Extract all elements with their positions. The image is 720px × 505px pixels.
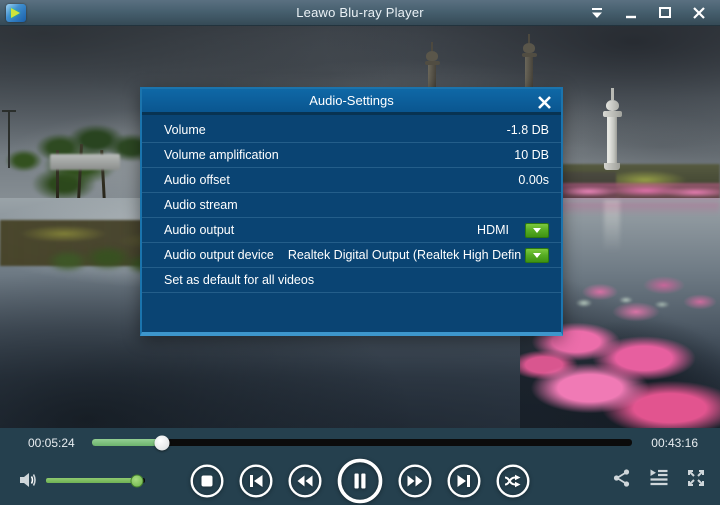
audio-settings-dialog: Audio-Settings Volume -1.8 DB Volume amp… xyxy=(140,87,563,336)
fast-forward-button[interactable] xyxy=(398,464,432,498)
white-minaret-tower xyxy=(598,88,626,180)
pause-button[interactable] xyxy=(337,458,383,504)
maximize-icon[interactable] xyxy=(656,4,674,22)
dropdown-arrow-icon xyxy=(533,253,541,258)
setting-label: Set as default for all videos xyxy=(164,273,314,287)
setting-row-audio-output-device[interactable]: Audio output device Realtek Digital Outp… xyxy=(142,243,561,268)
seek-progress xyxy=(92,439,162,446)
dropdown-arrow-icon xyxy=(533,228,541,233)
setting-label: Volume amplification xyxy=(164,148,279,162)
shuffle-button[interactable] xyxy=(496,464,530,498)
setting-label: Volume xyxy=(164,123,206,137)
setting-value: 0.00s xyxy=(518,173,549,187)
previous-button[interactable] xyxy=(239,464,273,498)
setting-row-set-default[interactable]: Set as default for all videos xyxy=(142,268,561,293)
fullscreen-icon[interactable] xyxy=(686,468,706,488)
setting-label: Audio output device xyxy=(164,248,274,262)
next-button[interactable] xyxy=(447,464,481,498)
setting-value: Realtek Digital Output (Realtek High Def… xyxy=(288,248,521,262)
stop-button[interactable] xyxy=(190,464,224,498)
control-bar: 00:05:24 00:43:16 xyxy=(0,428,720,505)
shore-vehicle xyxy=(50,154,120,170)
setting-row-audio-stream[interactable]: Audio stream xyxy=(142,193,561,218)
setting-row-volume[interactable]: Volume -1.8 DB xyxy=(142,118,561,143)
setting-value: -1.8 DB xyxy=(507,123,549,137)
audio-output-device-dropdown-button[interactable] xyxy=(525,248,549,263)
dialog-header: Audio-Settings xyxy=(142,89,561,115)
setting-row-audio-output[interactable]: Audio output HDMI xyxy=(142,218,561,243)
titlebar: Leawo Blu-ray Player xyxy=(0,0,720,26)
setting-label: Audio stream xyxy=(164,198,238,212)
total-time: 00:43:16 xyxy=(651,436,698,450)
setting-value: HDMI xyxy=(477,223,509,237)
utility-controls xyxy=(612,468,706,488)
dialog-title: Audio-Settings xyxy=(309,93,394,108)
setting-label: Audio output xyxy=(164,223,234,237)
menu-icon[interactable] xyxy=(588,4,606,22)
seek-handle[interactable] xyxy=(155,435,170,450)
minimize-icon[interactable] xyxy=(622,4,640,22)
pink-flower-bank xyxy=(556,183,720,200)
playlist-icon[interactable] xyxy=(649,468,669,488)
street-light-arm xyxy=(2,110,16,112)
street-light-pole xyxy=(8,110,10,168)
setting-label: Audio offset xyxy=(164,173,230,187)
share-icon[interactable] xyxy=(612,468,632,488)
setting-value: 10 DB xyxy=(514,148,549,162)
lily-highlights xyxy=(560,288,680,318)
audio-output-dropdown-button[interactable] xyxy=(525,223,549,238)
setting-row-audio-offset[interactable]: Audio offset 0.00s xyxy=(142,168,561,193)
elapsed-time: 00:05:24 xyxy=(28,436,75,450)
pink-bank-reflection xyxy=(556,202,720,216)
rewind-button[interactable] xyxy=(288,464,322,498)
seek-bar[interactable] xyxy=(92,439,632,446)
close-icon[interactable] xyxy=(690,4,708,22)
application-window: Leawo Blu-ray Player xyxy=(0,0,720,505)
setting-row-volume-amplification[interactable]: Volume amplification 10 DB xyxy=(142,143,561,168)
dialog-close-icon[interactable] xyxy=(535,93,553,111)
